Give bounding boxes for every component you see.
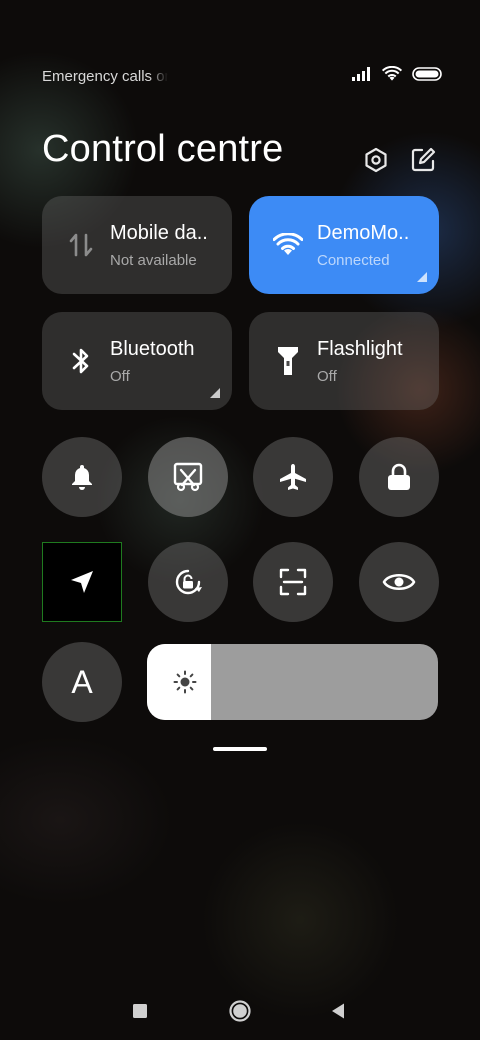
edit-button[interactable] [408, 145, 438, 175]
mobile-data-icon [66, 230, 96, 260]
lock-icon [388, 463, 410, 490]
back-icon [332, 1003, 344, 1019]
tile-status: Not available [110, 252, 197, 269]
tile-status: Connected [317, 252, 390, 269]
bell-icon [72, 465, 92, 490]
page-title: Control centre [42, 128, 284, 170]
screenshot-icon [173, 462, 203, 492]
brightness-slider[interactable] [147, 644, 438, 720]
signal-icon [352, 67, 370, 81]
edit-icon [411, 147, 436, 172]
screenshot-toggle[interactable] [148, 437, 228, 517]
settings-button[interactable] [361, 145, 391, 175]
back-button[interactable] [318, 991, 358, 1031]
tile-wifi[interactable]: DemoMo.. Connected [249, 196, 439, 294]
airplane-toggle[interactable] [253, 437, 333, 517]
reading-mode-toggle[interactable] [359, 542, 439, 622]
auto-brightness-toggle[interactable]: A [42, 642, 122, 722]
settings-icon [365, 147, 387, 173]
eye-icon [382, 573, 416, 591]
tile-status: Off [110, 368, 130, 385]
sun-icon [173, 670, 197, 694]
tile-mobile-data[interactable]: Mobile da.. Not available [42, 196, 232, 294]
expand-corner-icon[interactable] [210, 388, 220, 398]
lock-screen-toggle[interactable] [359, 437, 439, 517]
home-button[interactable] [220, 991, 260, 1031]
ringer-toggle[interactable] [42, 437, 122, 517]
airplane-icon [280, 464, 306, 490]
status-icons [352, 66, 442, 82]
bluetooth-icon [66, 346, 96, 376]
rotation-lock-toggle[interactable] [148, 542, 228, 622]
expand-corner-icon[interactable] [417, 272, 427, 282]
wifi-icon [273, 230, 303, 260]
rotation-lock-icon [175, 569, 202, 595]
drag-handle[interactable] [213, 747, 267, 751]
recents-button[interactable] [120, 991, 160, 1031]
auto-brightness-icon: A [71, 663, 93, 700]
tile-bluetooth[interactable]: Bluetooth Off [42, 312, 232, 410]
recents-icon [133, 1004, 147, 1018]
flashlight-icon [273, 346, 303, 376]
tile-label: Mobile da.. [110, 222, 208, 244]
tile-status: Off [317, 368, 337, 385]
battery-icon [412, 67, 442, 81]
tile-label: DemoMo.. [317, 222, 410, 244]
scan-icon [279, 568, 307, 596]
location-icon [71, 571, 93, 593]
tile-label: Bluetooth [110, 338, 195, 360]
tile-label: Flashlight [317, 338, 403, 360]
scanner-toggle[interactable] [253, 542, 333, 622]
location-toggle[interactable] [42, 542, 122, 622]
home-icon [229, 1000, 251, 1022]
wifi-icon [382, 66, 402, 81]
tile-flashlight[interactable]: Flashlight Off [249, 312, 439, 410]
status-carrier-text: Emergency calls only [42, 68, 168, 85]
